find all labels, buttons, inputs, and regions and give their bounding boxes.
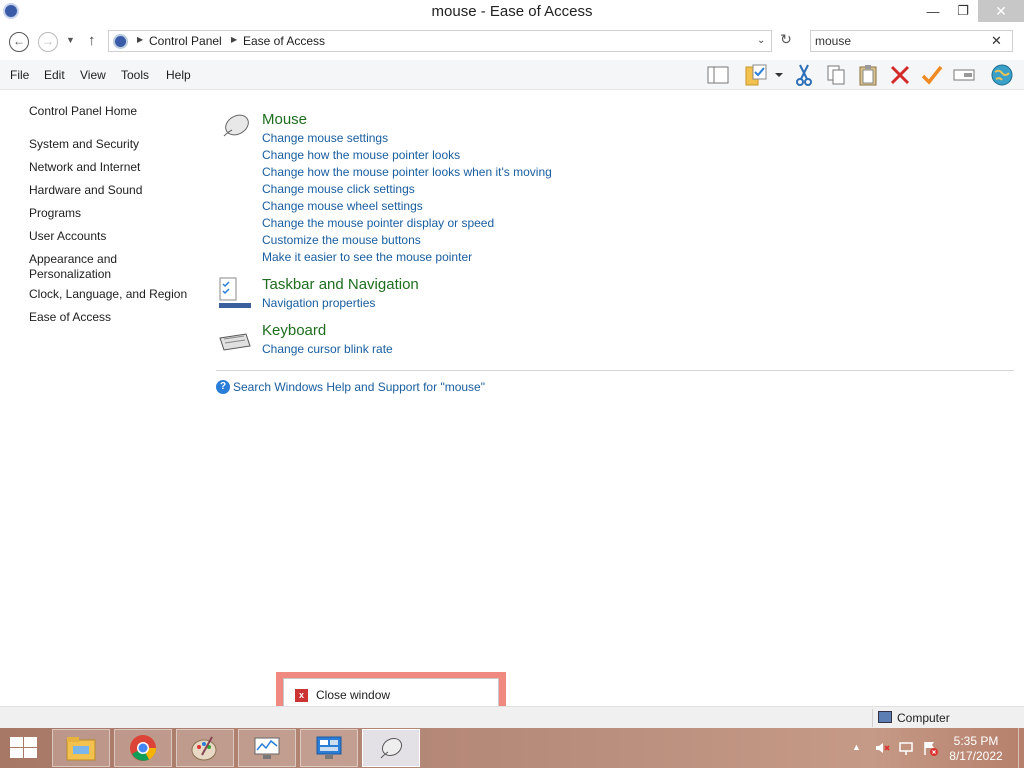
breadcrumb-control-panel[interactable]: Control Panel <box>149 34 222 48</box>
menu-edit[interactable]: Edit <box>44 68 65 82</box>
taskbar-file-explorer[interactable] <box>52 729 110 767</box>
breadcrumb-ease-of-access[interactable]: Ease of Access <box>243 34 325 48</box>
address-dropdown-chevron-icon[interactable]: ⌄ <box>757 35 765 46</box>
layout-pane-icon[interactable] <box>706 63 730 87</box>
windows-logo-pane <box>24 737 37 747</box>
menu-file[interactable]: File <box>10 68 29 82</box>
nav-programs[interactable]: Programs <box>29 206 197 221</box>
keyboard-icon <box>219 333 251 351</box>
dropdown-arrow-icon[interactable] <box>772 63 786 87</box>
taskbar-paint[interactable] <box>176 729 234 767</box>
nav-user-accounts[interactable]: User Accounts <box>29 229 197 244</box>
menu-view[interactable]: View <box>80 68 106 82</box>
check-icon[interactable] <box>920 63 944 87</box>
close-icon: x <box>295 689 308 702</box>
nav-hardware-and-sound[interactable]: Hardware and Sound <box>29 183 197 198</box>
nav-clock-language-region[interactable]: Clock, Language, and Region <box>29 287 197 302</box>
link-wheel-settings[interactable]: Change mouse wheel settings <box>262 199 423 213</box>
section-title-keyboard[interactable]: Keyboard <box>262 322 326 339</box>
breadcrumb-separator-icon[interactable]: ▶ <box>231 35 237 44</box>
rename-icon[interactable] <box>952 63 976 87</box>
nav-system-and-security[interactable]: System and Security <box>29 137 197 152</box>
taskbar: ▲ 5:35 PM 8/17/2022 <box>0 728 1024 768</box>
taskbar-performance-monitor[interactable] <box>238 729 296 767</box>
forward-button[interactable]: → <box>38 32 58 52</box>
control-panel-icon <box>113 34 128 49</box>
copy-icon[interactable] <box>824 63 848 87</box>
search-input[interactable] <box>815 33 985 49</box>
link-easier-to-see-pointer[interactable]: Make it easier to see the mouse pointer <box>262 250 472 264</box>
control-panel-home-link[interactable]: Control Panel Home <box>29 104 137 118</box>
start-button[interactable] <box>8 736 38 760</box>
link-pointer-looks-moving[interactable]: Change how the mouse pointer looks when … <box>262 165 552 179</box>
taskbar-icon <box>219 277 251 308</box>
refresh-icon[interactable]: ↻ <box>776 31 796 51</box>
taskbar-chrome[interactable] <box>114 729 172 767</box>
maximize-button[interactable]: ❐ <box>950 0 976 22</box>
chrome-icon <box>130 735 156 761</box>
section-title-mouse[interactable]: Mouse <box>262 111 307 128</box>
breadcrumb-separator-icon[interactable]: ▶ <box>137 35 143 44</box>
paste-icon[interactable] <box>856 63 880 87</box>
search-box[interactable]: ✕ <box>810 30 1013 52</box>
folder-properties-icon[interactable] <box>744 63 768 87</box>
computer-icon <box>878 711 892 723</box>
minimize-button[interactable]: — <box>920 0 946 22</box>
nav-network-and-internet[interactable]: Network and Internet <box>29 160 197 175</box>
close-window-label: Close window <box>316 688 391 702</box>
clock-date: 8/17/2022 <box>949 749 1003 763</box>
section-title-taskbar[interactable]: Taskbar and Navigation <box>262 276 419 293</box>
title-bar: mouse - Ease of Access — ❐ ✕ <box>0 0 1024 24</box>
taskbar-remote-desktop[interactable] <box>300 729 358 767</box>
up-button[interactable]: ↑ <box>88 32 96 49</box>
address-bar[interactable]: ▶ Control Panel ▶ Ease of Access ⌄ <box>108 30 772 52</box>
clock-time: 5:35 PM <box>953 734 999 748</box>
help-search-link[interactable]: Search Windows Help and Support for "mou… <box>233 380 485 394</box>
link-click-settings[interactable]: Change mouse click settings <box>262 182 415 196</box>
mouse-icon <box>223 114 249 137</box>
status-computer: Computer <box>897 711 950 725</box>
file-explorer-icon <box>66 737 96 761</box>
mouse-icon <box>380 737 403 759</box>
clock[interactable]: 5:35 PM 8/17/2022 <box>946 734 1006 764</box>
menu-help[interactable]: Help <box>166 68 191 82</box>
clear-search-icon[interactable]: ✕ <box>991 33 1002 49</box>
link-pointer-display-speed[interactable]: Change the mouse pointer display or spee… <box>262 216 494 230</box>
link-cursor-blink-rate[interactable]: Change cursor blink rate <box>262 342 393 356</box>
windows-logo-pane <box>10 737 23 747</box>
show-desktop-button[interactable] <box>1018 728 1024 768</box>
link-pointer-looks[interactable]: Change how the mouse pointer looks <box>262 148 460 162</box>
windows-logo-pane <box>10 748 23 758</box>
taskbar-mouse-control-panel[interactable] <box>362 729 420 767</box>
menu-bar: File Edit View Tools Help <box>0 60 1024 90</box>
delete-icon[interactable] <box>888 63 912 87</box>
nav-ease-of-access[interactable]: Ease of Access <box>29 310 197 325</box>
nav-appearance-and-personalization[interactable]: Appearance and Personalization <box>29 252 129 282</box>
cut-icon[interactable] <box>792 63 816 87</box>
status-bar: Computer <box>0 706 1024 728</box>
link-customize-buttons[interactable]: Customize the mouse buttons <box>262 233 421 247</box>
menu-tools[interactable]: Tools <box>121 68 149 82</box>
recent-locations-chevron-icon[interactable]: ▼ <box>66 35 75 45</box>
performance-monitor-icon <box>254 737 280 759</box>
help-icon: ? <box>216 380 230 394</box>
address-bar-row: ← → ▼ ↑ ▶ Control Panel ▶ Ease of Access… <box>0 27 1024 57</box>
link-change-mouse-settings[interactable]: Change mouse settings <box>262 131 388 145</box>
volume-muted-icon[interactable] <box>874 740 890 756</box>
remote-desktop-icon <box>316 736 342 759</box>
close-button[interactable]: ✕ <box>978 0 1024 22</box>
window-title: mouse - Ease of Access <box>431 3 593 20</box>
back-button[interactable]: ← <box>9 32 29 52</box>
link-navigation-properties[interactable]: Navigation properties <box>262 296 375 310</box>
status-separator <box>872 709 873 727</box>
windows-logo-pane <box>24 748 37 758</box>
show-hidden-icons-icon[interactable]: ▲ <box>852 742 861 752</box>
paint-icon <box>191 736 217 761</box>
action-center-icon[interactable] <box>922 740 938 756</box>
divider <box>216 370 1014 371</box>
globe-icon[interactable] <box>990 63 1014 87</box>
network-icon[interactable] <box>898 740 914 756</box>
